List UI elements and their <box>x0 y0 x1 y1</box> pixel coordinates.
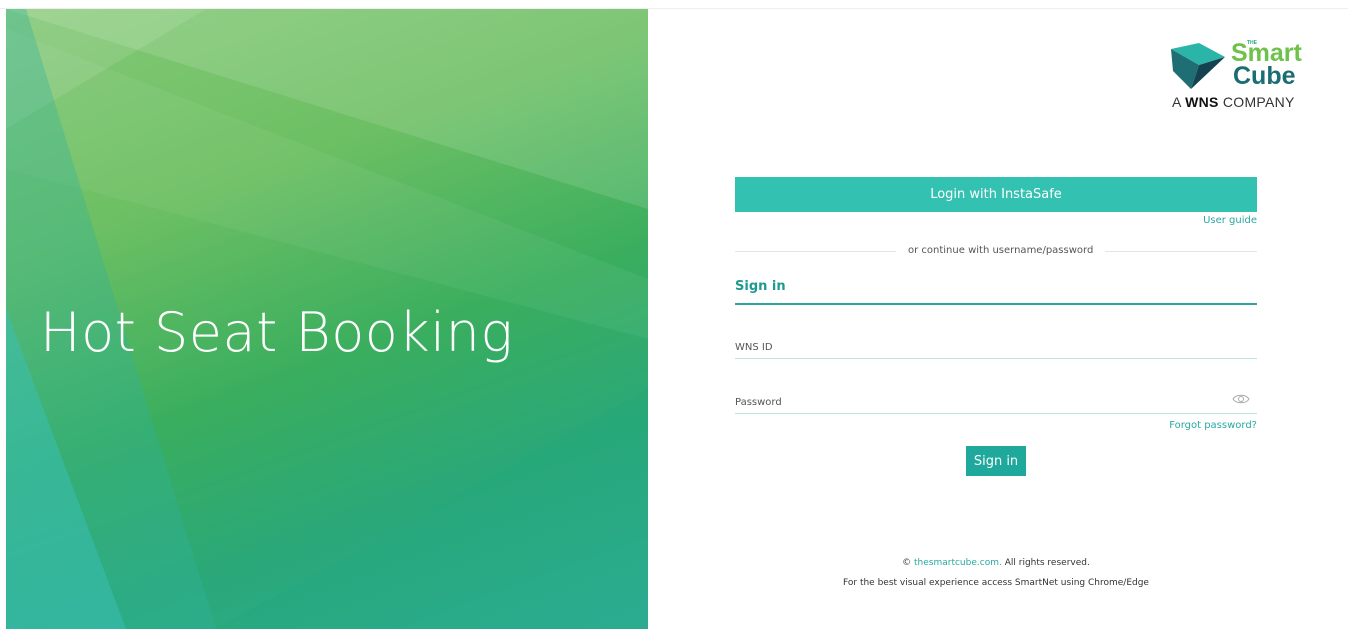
sign-in-button[interactable]: Sign in <box>966 446 1026 476</box>
tab-sign-in[interactable]: Sign in <box>735 279 1257 305</box>
login-panel: THE Smart Cube A WNS COMPANY Login with … <box>648 9 1348 629</box>
logo-company-suffix: COMPANY <box>1222 94 1295 110</box>
site-link[interactable]: thesmartcube.com. <box>914 558 1002 568</box>
hero-panel: Hot Seat Booking <box>6 9 648 629</box>
hero-title: Hot Seat Booking <box>40 301 514 364</box>
eye-icon[interactable] <box>1232 393 1250 405</box>
user-guide-link[interactable]: User guide <box>1203 215 1257 226</box>
smartcube-logo-icon <box>1171 43 1225 89</box>
browser-recommendation: For the best visual experience access Sm… <box>843 578 1149 588</box>
copyright-symbol: © <box>902 558 912 568</box>
logo-company-prefix: A <box>1172 94 1181 110</box>
copyright-line: © thesmartcube.com. All rights reserved. <box>648 558 1344 568</box>
wns-id-input[interactable] <box>735 336 1257 359</box>
rights-text: All rights reserved. <box>1004 558 1090 568</box>
forgot-password-link[interactable]: Forgot password? <box>1169 420 1257 431</box>
brand-logo: THE Smart Cube A WNS COMPANY <box>1169 33 1339 123</box>
password-input[interactable] <box>735 391 1257 414</box>
divider-text: or continue with username/password <box>896 245 1106 256</box>
logo-company-brand: WNS <box>1185 94 1219 110</box>
logo-cube-text: Cube <box>1233 62 1296 90</box>
login-instasafe-button[interactable]: Login with InstaSafe <box>735 177 1257 212</box>
logo-company-line: A WNS COMPANY <box>1172 94 1295 110</box>
